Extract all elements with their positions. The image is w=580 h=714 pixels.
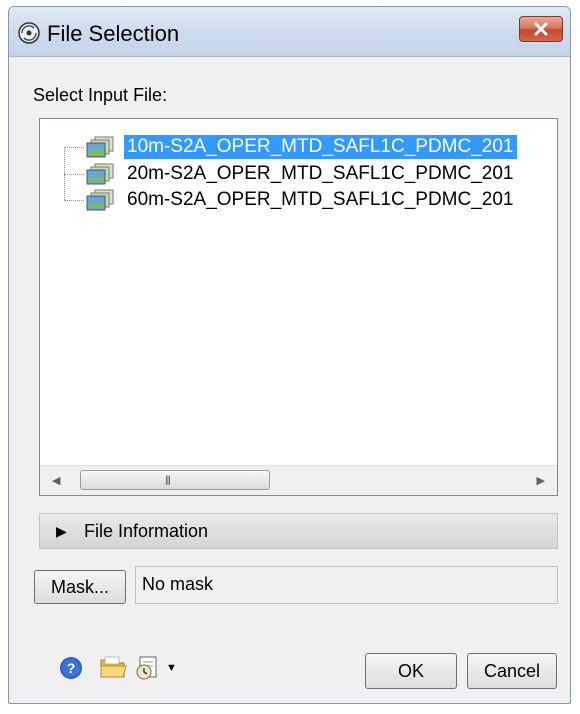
mask-field: No mask: [135, 566, 558, 604]
file-item-label: 10m-S2A_OPER_MTD_SAFL1C_PDMC_201: [124, 135, 517, 159]
file-information-label: File Information: [84, 521, 209, 541]
dialog-icon: [17, 21, 41, 45]
select-input-label: Select Input File:: [33, 85, 168, 105]
svg-text:?: ?: [67, 660, 76, 676]
window-title: File Selection: [47, 21, 180, 46]
help-icon[interactable]: ?: [59, 656, 83, 680]
close-button[interactable]: [519, 16, 563, 42]
image-file-icon: [85, 189, 115, 212]
history-icon[interactable]: [134, 653, 164, 681]
file-item-10m[interactable]: 10m-S2A_OPER_MTD_SAFL1C_PDMC_201: [40, 134, 557, 161]
image-file-icon: [85, 136, 115, 159]
mask-button[interactable]: Mask...: [34, 570, 126, 604]
file-item-20m[interactable]: 20m-S2A_OPER_MTD_SAFL1C_PDMC_201: [40, 161, 557, 188]
mask-value: No mask: [142, 574, 214, 594]
title-bar[interactable]: File Selection: [9, 7, 570, 57]
scroll-left-arrow-icon[interactable]: ◀: [52, 474, 60, 487]
horizontal-scrollbar[interactable]: ◀ ||| ▶: [40, 465, 557, 495]
image-file-icon: [85, 163, 115, 186]
file-item-label: 20m-S2A_OPER_MTD_SAFL1C_PDMC_201: [127, 163, 514, 184]
file-selection-dialog: File Selection Select Input File: 10m-S2…: [8, 6, 571, 704]
close-icon: [534, 22, 548, 36]
file-item-label: 60m-S2A_OPER_MTD_SAFL1C_PDMC_201: [127, 189, 514, 210]
scroll-thumb[interactable]: |||: [80, 470, 270, 490]
folder-icon[interactable]: [99, 654, 127, 680]
grip-icon: |||: [165, 475, 171, 486]
expand-arrow-icon: ▶: [56, 523, 67, 539]
ok-button[interactable]: OK: [365, 653, 457, 689]
cancel-button[interactable]: Cancel: [467, 653, 557, 689]
file-tree[interactable]: 10m-S2A_OPER_MTD_SAFL1C_PDMC_201 20m-S2A…: [39, 118, 558, 496]
file-item-60m[interactable]: 60m-S2A_OPER_MTD_SAFL1C_PDMC_201: [40, 187, 557, 214]
file-information-expander[interactable]: ▶ File Information: [39, 513, 558, 549]
history-dropdown-arrow-icon[interactable]: ▼: [166, 662, 177, 674]
scroll-right-arrow-icon[interactable]: ▶: [537, 474, 545, 487]
